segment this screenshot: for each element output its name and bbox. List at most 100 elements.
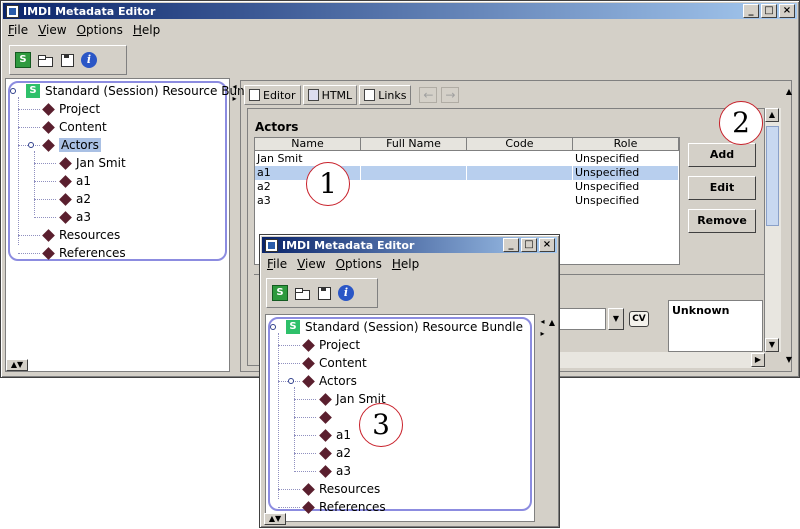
- tree-item-resources[interactable]: Resources: [42, 226, 120, 244]
- popup-menu-file[interactable]: File: [262, 257, 292, 271]
- popup-minimize-button[interactable]: _: [503, 238, 519, 252]
- node-icon: [59, 210, 72, 224]
- popup-menu-options[interactable]: Options: [331, 257, 387, 271]
- edit-button[interactable]: Edit: [688, 176, 756, 200]
- app-icon: [265, 238, 278, 252]
- role-combo[interactable]: [558, 308, 606, 330]
- popup-menubar: File View Options Help: [262, 255, 424, 273]
- scroll-down-arrow[interactable]: ▼: [765, 338, 779, 352]
- save-icon[interactable]: [316, 285, 332, 301]
- session-icon: S: [26, 84, 40, 98]
- popup-splitter-arrows[interactable]: ▲▼: [264, 513, 286, 525]
- unknown-field[interactable]: Unknown: [668, 300, 763, 352]
- new-session-icon[interactable]: S: [15, 52, 31, 68]
- minimize-button[interactable]: _: [743, 4, 759, 18]
- tab-links[interactable]: Links: [359, 85, 412, 105]
- forward-arrow-icon[interactable]: →: [441, 87, 460, 103]
- popup-tree-item-a1[interactable]: a1: [319, 426, 351, 444]
- tree-item-a3[interactable]: a3: [59, 208, 91, 226]
- popup-menu-view[interactable]: View: [292, 257, 330, 271]
- popup-tree-item-unnamed[interactable]: [319, 408, 336, 426]
- popup-tree-root-toggle[interactable]: [270, 324, 276, 330]
- tree-item-a1[interactable]: a1: [59, 172, 91, 190]
- popup-divider-left-arrow[interactable]: ◂: [539, 317, 546, 327]
- tree-item-root[interactable]: S Standard (Session) Resource Bundle: [26, 82, 263, 100]
- popup-tree-item-content[interactable]: Content: [302, 354, 367, 372]
- editor-tabs: Editor HTML Links ← →: [244, 85, 460, 105]
- app-icon: [6, 4, 19, 18]
- scroll-up-arrow[interactable]: ▲: [765, 108, 779, 122]
- divider-right-arrow[interactable]: ▸: [231, 94, 238, 104]
- callout-2: 2: [719, 101, 763, 145]
- node-icon: [302, 356, 315, 370]
- add-button[interactable]: Add: [688, 143, 756, 167]
- main-titlebar[interactable]: IMDI Metadata Editor _ □ ×: [3, 3, 797, 19]
- close-button[interactable]: ×: [779, 4, 795, 18]
- main-toolbar: S i: [9, 45, 127, 75]
- remove-button[interactable]: Remove: [688, 209, 756, 233]
- popup-tree-item-root[interactable]: S Standard (Session) Resource Bundle: [286, 318, 523, 336]
- maximize-button[interactable]: □: [761, 4, 777, 18]
- callout-1: 1: [306, 162, 350, 206]
- tab-editor[interactable]: Editor: [244, 85, 301, 105]
- tree-item-references[interactable]: References: [42, 244, 126, 262]
- node-icon: [42, 228, 55, 242]
- col-name[interactable]: Name: [255, 138, 361, 151]
- info-icon[interactable]: i: [81, 52, 97, 68]
- info-icon[interactable]: i: [338, 285, 354, 301]
- popup-divider-right-arrow[interactable]: ▸: [539, 329, 546, 339]
- menu-options[interactable]: Options: [72, 23, 128, 37]
- popup-tree-item-resources[interactable]: Resources: [302, 480, 380, 498]
- menu-view[interactable]: View: [33, 23, 71, 37]
- node-icon: [42, 138, 55, 152]
- popup-titlebar[interactable]: IMDI Metadata Editor _ □ ×: [262, 237, 557, 253]
- tree-item-content[interactable]: Content: [42, 118, 107, 136]
- node-icon: [59, 192, 72, 206]
- popup-tree-item-a2[interactable]: a2: [319, 444, 351, 462]
- editor-vertical-scrollbar[interactable]: ▲ ▼: [765, 108, 781, 352]
- tree-item-jan-smit[interactable]: Jan Smit: [59, 154, 126, 172]
- node-icon: [42, 246, 55, 260]
- popup-menu-help[interactable]: Help: [387, 257, 424, 271]
- col-code[interactable]: Code: [467, 138, 573, 151]
- open-folder-icon[interactable]: [37, 52, 53, 68]
- actors-title: Actors: [255, 120, 299, 134]
- combo-dropdown-button[interactable]: ▼: [608, 308, 624, 330]
- tab-html[interactable]: HTML: [302, 85, 358, 105]
- scroll-thumb[interactable]: [766, 126, 779, 226]
- popup-tree-item-project[interactable]: Project: [302, 336, 360, 354]
- popup-tree-item-actors[interactable]: Actors: [302, 372, 357, 390]
- node-icon: [302, 482, 315, 496]
- save-icon[interactable]: [59, 52, 75, 68]
- popup-tree-item-a3[interactable]: a3: [319, 462, 351, 480]
- menu-help[interactable]: Help: [128, 23, 165, 37]
- splitter-arrows[interactable]: ▲▼: [6, 359, 28, 371]
- tree-item-a2[interactable]: a2: [59, 190, 91, 208]
- editor-horizontal-scrollbar[interactable]: ▶: [545, 352, 765, 368]
- popup-maximize-button[interactable]: □: [521, 238, 537, 252]
- scroll-right-arrow[interactable]: ▶: [751, 353, 765, 367]
- tree-item-actors[interactable]: Actors: [42, 136, 101, 154]
- popup-tree-actors-toggle[interactable]: [288, 378, 294, 384]
- splitter-up-arrow[interactable]: ▲: [784, 86, 794, 98]
- popup-splitter-up-arrow[interactable]: ▲: [547, 317, 557, 329]
- col-full-name[interactable]: Full Name: [361, 138, 467, 151]
- open-folder-icon[interactable]: [294, 285, 310, 301]
- popup-close-button[interactable]: ×: [539, 238, 555, 252]
- main-menubar: File View Options Help: [3, 21, 165, 39]
- cv-button[interactable]: CV: [629, 311, 649, 327]
- popup-tree-item-references[interactable]: References: [302, 498, 386, 516]
- menu-file[interactable]: File: [3, 23, 33, 37]
- back-arrow-icon[interactable]: ←: [419, 87, 438, 103]
- main-tree-panel: S Standard (Session) Resource Bundle Proj…: [5, 78, 263, 372]
- tree-actors-toggle[interactable]: [28, 142, 34, 148]
- splitter-down-arrow[interactable]: ▼: [784, 354, 794, 366]
- document-icon: [249, 89, 260, 101]
- divider-left-arrow[interactable]: ◂: [231, 82, 238, 92]
- node-icon: [302, 500, 315, 514]
- tree-root-toggle[interactable]: [10, 88, 16, 94]
- new-session-icon[interactable]: S: [272, 285, 288, 301]
- node-icon: [59, 174, 72, 188]
- col-role[interactable]: Role: [573, 138, 679, 151]
- tree-item-project[interactable]: Project: [42, 100, 100, 118]
